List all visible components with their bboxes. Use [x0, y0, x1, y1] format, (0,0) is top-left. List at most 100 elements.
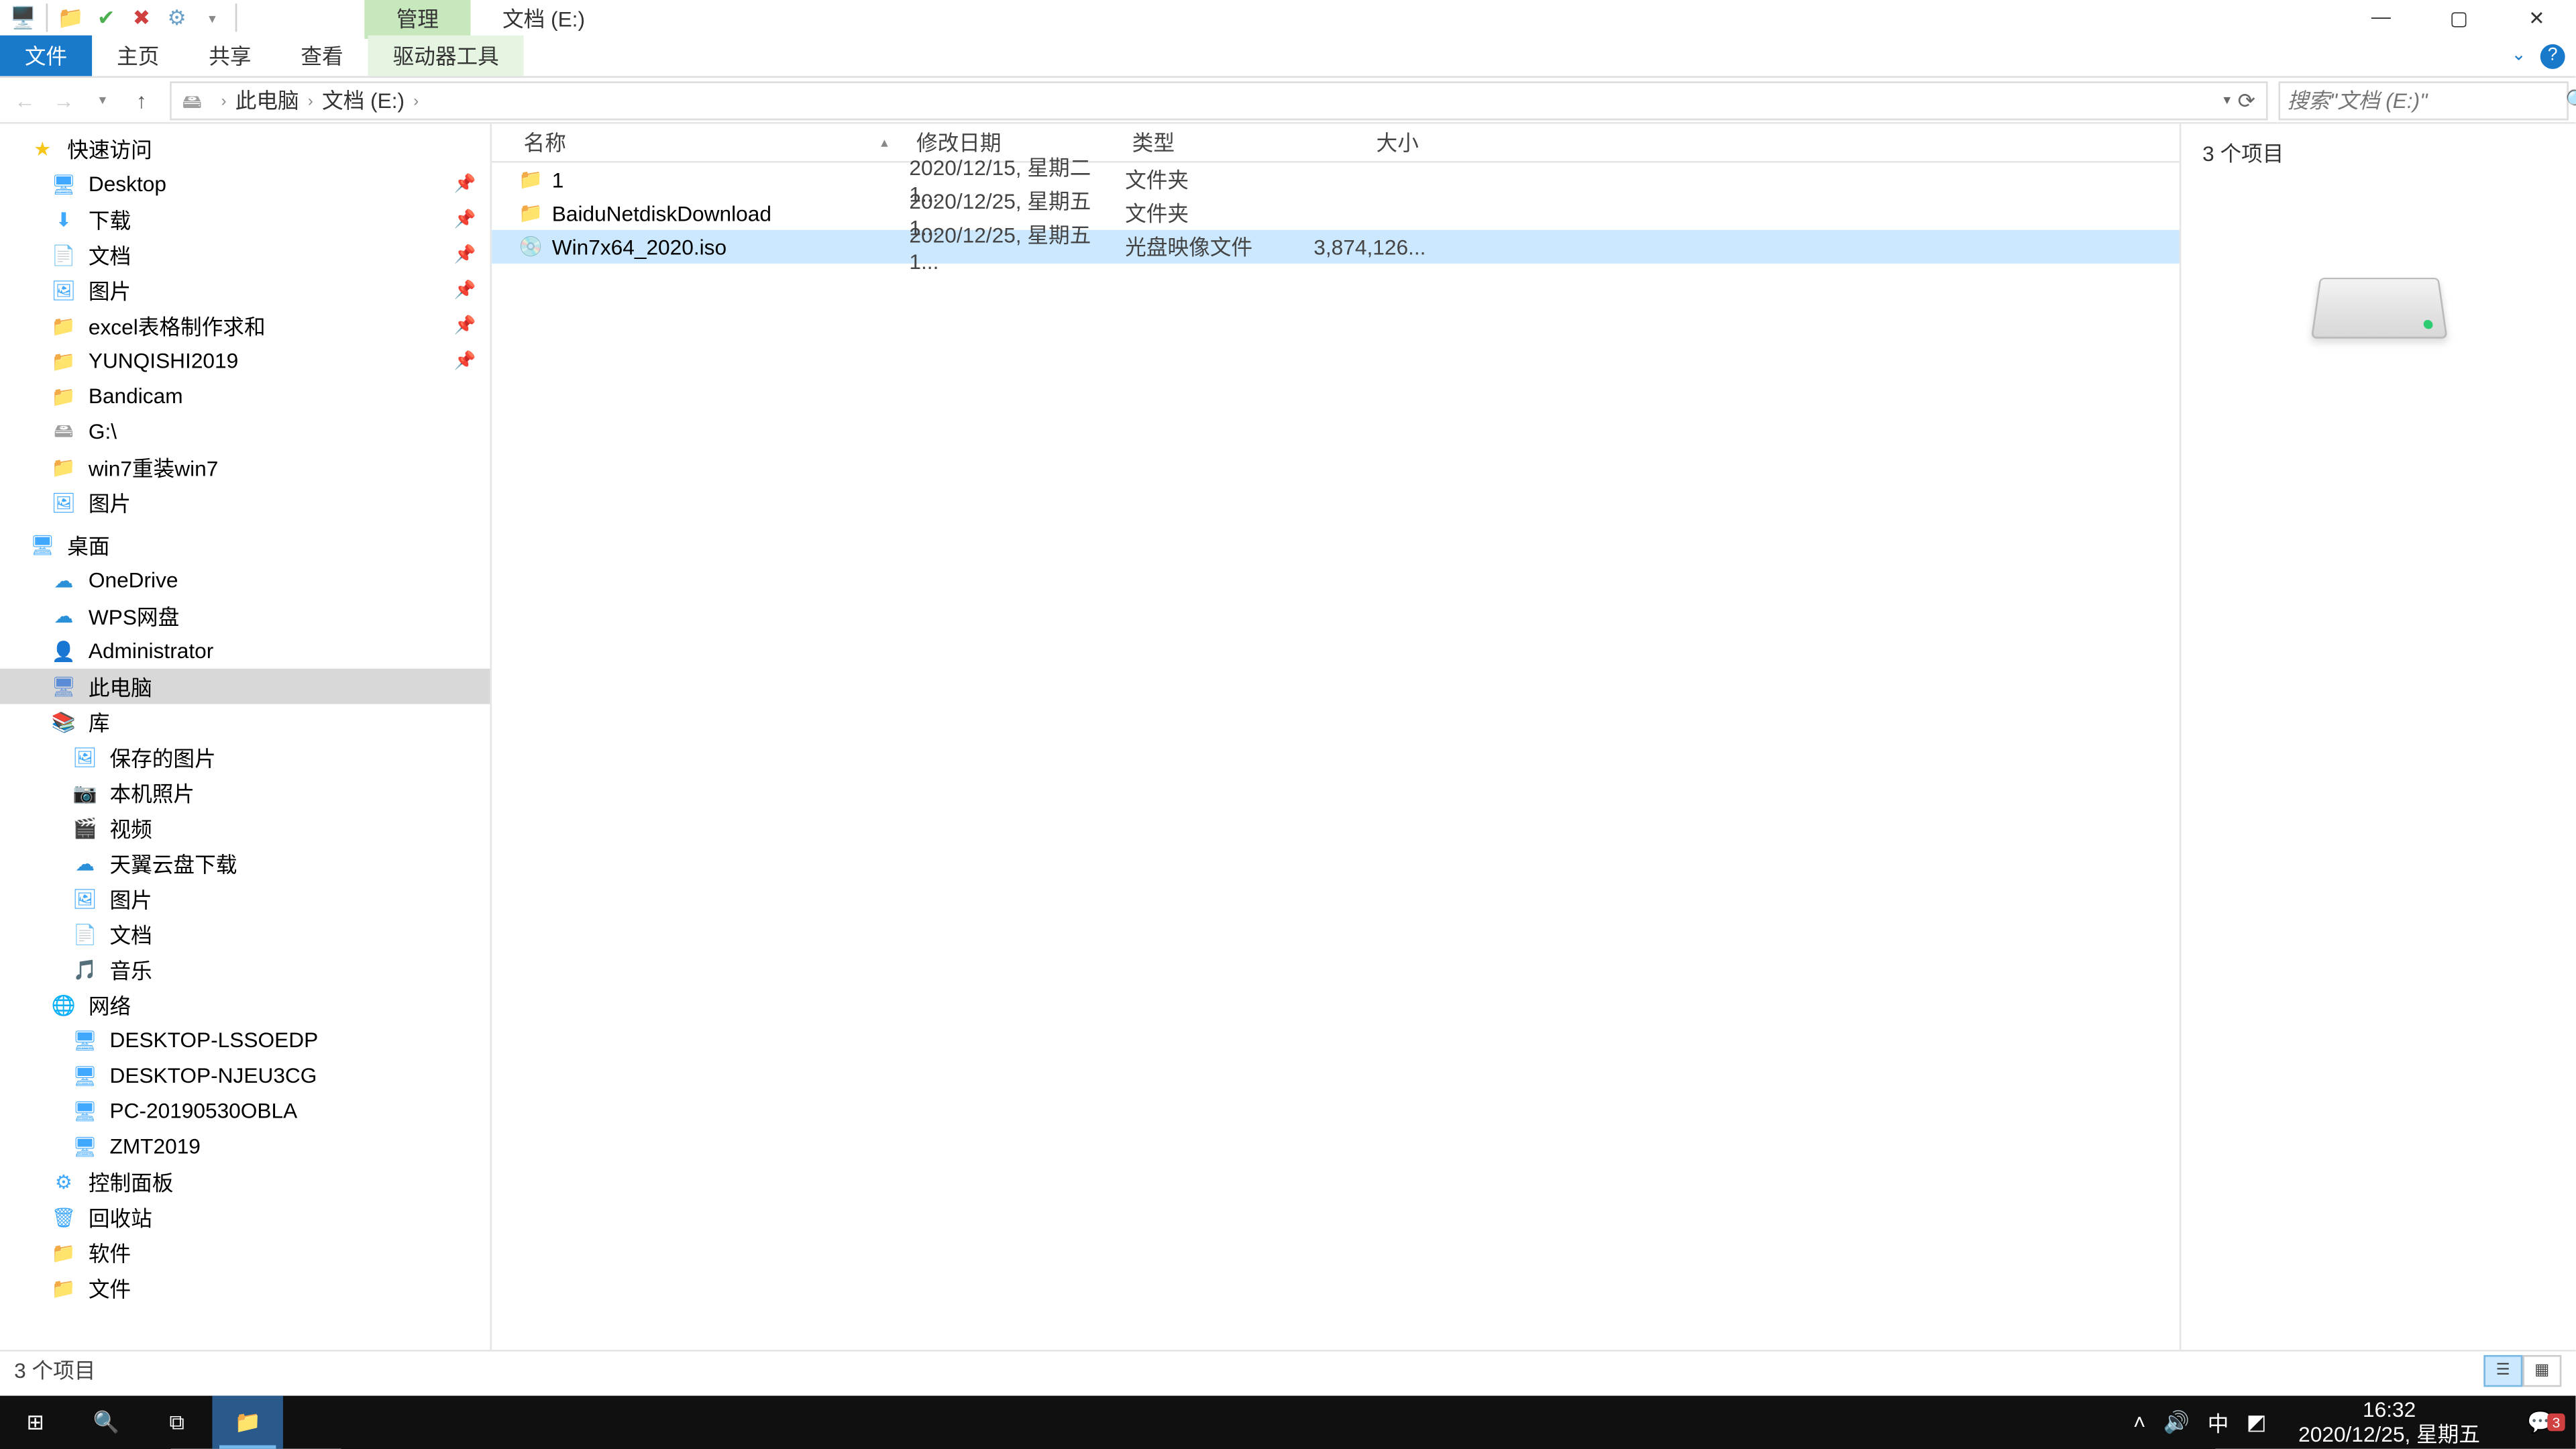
- tray-app-icon[interactable]: ◩: [2247, 1410, 2267, 1435]
- up-button[interactable]: ↑: [124, 83, 160, 118]
- netpc-icon: 🖥: [70, 1097, 99, 1125]
- navigation-bar: ← → ▾ ↑ 🖴 › 此电脑 › 文档 (E:) › ▾⟳ 🔍: [0, 78, 2575, 124]
- qat-dropdown-icon[interactable]: ▾: [197, 2, 228, 34]
- help-icon[interactable]: ?: [2540, 44, 2565, 68]
- recent-dropdown[interactable]: ▾: [85, 83, 121, 118]
- explorer-taskbar-button[interactable]: 📁: [212, 1396, 282, 1449]
- quick-access-header[interactable]: ★ 快速访问: [0, 131, 490, 166]
- nav-item-g:\[interactable]: 🖴G:\: [0, 414, 490, 449]
- titlebar: 🖥️ 📁 ✔ ✖ ⚙ ▾ 管理 文档 (E:) — ▢ ✕: [0, 0, 2575, 36]
- search-box[interactable]: 🔍: [2278, 80, 2568, 119]
- ime-indicator[interactable]: 中: [2208, 1407, 2229, 1438]
- control-icon: ⚙: [50, 1167, 78, 1195]
- nav-item-网络[interactable]: 🌐网络: [0, 987, 490, 1022]
- forward-button[interactable]: →: [46, 83, 82, 118]
- nav-item-desktop[interactable]: 🖥Desktop📌: [0, 166, 490, 202]
- nav-item-库[interactable]: 📚库: [0, 704, 490, 740]
- nav-item-pc-20190530obla[interactable]: 🖥PC-20190530OBLA: [0, 1093, 490, 1129]
- nav-item-本机照片[interactable]: 📷本机照片: [0, 775, 490, 810]
- nav-label: WPS网盘: [89, 600, 179, 631]
- tab-drive-tools[interactable]: 驱动器工具: [368, 36, 524, 76]
- nav-item-zmt2019[interactable]: 🖥ZMT2019: [0, 1128, 490, 1164]
- address-bar[interactable]: 🖴 › 此电脑 › 文档 (E:) › ▾⟳: [170, 80, 2267, 119]
- file-rows[interactable]: 📁12020/12/15, 星期二 1...文件夹📁BaiduNetdiskDo…: [492, 163, 2180, 1350]
- nav-item-administrator[interactable]: 👤Administrator: [0, 633, 490, 669]
- nav-item-desktop-lssoedp[interactable]: 🖥DESKTOP-LSSOEDP: [0, 1022, 490, 1058]
- nav-item-保存的图片[interactable]: 🖼保存的图片: [0, 739, 490, 775]
- tab-share[interactable]: 共享: [184, 36, 276, 76]
- file-row[interactable]: 📁BaiduNetdiskDownload2020/12/25, 星期五 1..…: [492, 197, 2180, 230]
- nav-label: DESKTOP-NJEU3CG: [109, 1063, 317, 1088]
- nav-item-wps网盘[interactable]: ☁ WPS网盘: [0, 598, 490, 633]
- nav-item-图片[interactable]: 🖼图片: [0, 881, 490, 916]
- minimize-button[interactable]: —: [2342, 0, 2420, 36]
- nav-item-bandicam[interactable]: 📁Bandicam: [0, 378, 490, 414]
- breadcrumb-segment[interactable]: 此电脑: [230, 85, 305, 115]
- nav-item-win7重装win7[interactable]: 📁win7重装win7: [0, 449, 490, 485]
- nav-item-图片[interactable]: 🖼图片📌: [0, 272, 490, 308]
- tab-file[interactable]: 文件: [0, 36, 92, 76]
- maximize-button[interactable]: ▢: [2420, 0, 2498, 36]
- check-qat-icon[interactable]: ✔: [90, 2, 121, 34]
- nav-item-文件[interactable]: 📁文件: [0, 1270, 490, 1305]
- nav-item-下载[interactable]: ⬇下载📌: [0, 202, 490, 237]
- nav-item-视频[interactable]: 🎬视频: [0, 810, 490, 846]
- nav-item-控制面板[interactable]: ⚙控制面板: [0, 1164, 490, 1199]
- gear-qat-icon[interactable]: ⚙: [161, 2, 193, 34]
- file-row[interactable]: 💿Win7x64_2020.iso2020/12/25, 星期五 1...光盘映…: [492, 230, 2180, 264]
- column-size[interactable]: 大小: [1302, 127, 1426, 158]
- folder-qat-icon[interactable]: 📁: [55, 2, 87, 34]
- task-view-button[interactable]: ⧉: [142, 1396, 212, 1449]
- nav-label: 音乐: [109, 955, 152, 985]
- tray-overflow-icon[interactable]: ˄: [2133, 1410, 2146, 1435]
- close-button[interactable]: ✕: [2498, 0, 2575, 36]
- file-row[interactable]: 📁12020/12/15, 星期二 1...文件夹: [492, 163, 2180, 197]
- column-name[interactable]: 名称 ▴: [517, 127, 909, 158]
- disc-icon: 💿: [517, 233, 545, 261]
- nav-item-图片[interactable]: 🖼图片: [0, 485, 490, 521]
- nav-label: 文件: [89, 1273, 131, 1303]
- volume-icon[interactable]: 🔊: [2163, 1410, 2190, 1435]
- folder-icon: 📁: [234, 1410, 260, 1435]
- nav-item-软件[interactable]: 📁软件: [0, 1235, 490, 1271]
- windows-icon: ⊞: [26, 1410, 44, 1435]
- chevron-right-icon[interactable]: ›: [217, 91, 229, 109]
- search-taskbar-button[interactable]: 🔍: [70, 1396, 141, 1449]
- chevron-right-icon[interactable]: ›: [305, 91, 317, 109]
- details-view-button[interactable]: ☰: [2483, 1354, 2522, 1386]
- nav-item-excel表格制作求和[interactable]: 📁excel表格制作求和📌: [0, 308, 490, 343]
- back-button[interactable]: ←: [7, 83, 43, 118]
- tab-view[interactable]: 查看: [276, 36, 368, 76]
- refresh-icon[interactable]: ⟳: [2238, 88, 2256, 113]
- nav-item-天翼云盘下载[interactable]: ☁天翼云盘下载: [0, 845, 490, 881]
- nav-label: 图片: [109, 883, 152, 914]
- close-qat-icon[interactable]: ✖: [125, 2, 157, 34]
- nav-item-文档[interactable]: 📄文档: [0, 916, 490, 952]
- search-icon[interactable]: 🔍: [2565, 88, 2576, 113]
- start-button[interactable]: ⊞: [0, 1396, 70, 1449]
- sort-indicator-icon: ▴: [881, 134, 888, 150]
- ribbon-expand-icon[interactable]: ⌄: [2512, 46, 2526, 66]
- clock[interactable]: 16:32 2020/12/25, 星期五: [2284, 1397, 2494, 1448]
- doc-icon: 📄: [50, 241, 78, 269]
- search-input[interactable]: [2288, 88, 2565, 113]
- nav-item-desktop-njeu3cg[interactable]: 🖥DESKTOP-NJEU3CG: [0, 1058, 490, 1093]
- thumbnails-view-button[interactable]: ▦: [2522, 1354, 2561, 1386]
- nav-item-yunqishi2019[interactable]: 📁YUNQISHI2019📌: [0, 343, 490, 379]
- nav-item-此电脑[interactable]: 🖥此电脑: [0, 669, 490, 704]
- nav-item-回收站[interactable]: 🗑回收站: [0, 1199, 490, 1235]
- search-icon: 🔍: [93, 1410, 119, 1435]
- nav-item-文档[interactable]: 📄文档📌: [0, 237, 490, 272]
- breadcrumb-segment[interactable]: 文档 (E:): [317, 85, 410, 115]
- column-type[interactable]: 类型: [1125, 127, 1302, 158]
- tab-home[interactable]: 主页: [92, 36, 184, 76]
- navigation-pane[interactable]: ★ 快速访问 🖥Desktop📌⬇下载📌📄文档📌🖼图片📌📁excel表格制作求和…: [0, 124, 492, 1350]
- nav-item-音乐[interactable]: 🎵音乐: [0, 952, 490, 987]
- nav-item-onedrive[interactable]: ☁OneDrive: [0, 563, 490, 598]
- address-dropdown[interactable]: ▾⟳: [2224, 88, 2263, 113]
- nav-label: G:\: [89, 419, 117, 444]
- wps-icon: ☁: [50, 602, 78, 630]
- action-center-button[interactable]: 💬 3: [2512, 1410, 2569, 1435]
- chevron-right-icon[interactable]: ›: [410, 91, 422, 109]
- desktop-header[interactable]: 🖥 桌面: [0, 527, 490, 563]
